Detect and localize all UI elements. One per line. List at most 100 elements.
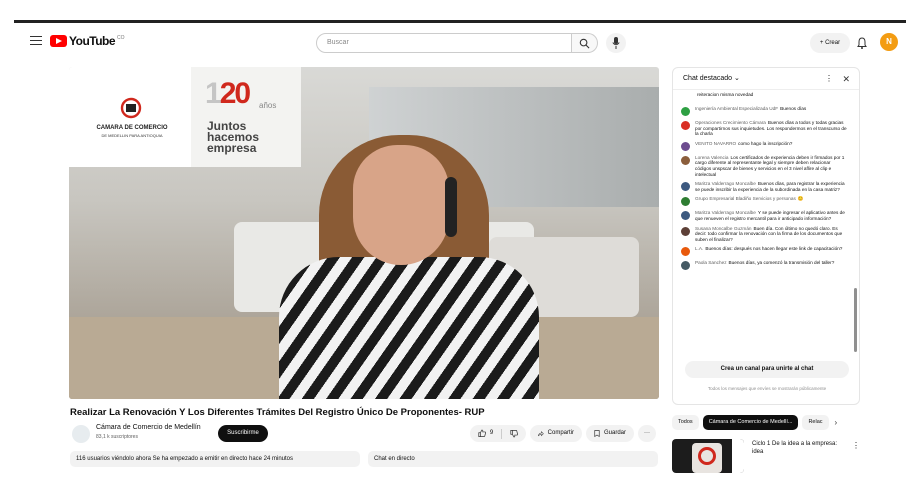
presenter-headset [445, 177, 457, 237]
chat-message-body: reiteracion misma novedad [695, 92, 753, 102]
menu-icon[interactable] [30, 36, 42, 45]
chat-message-text: Buenos días: después nos hacen llegar es… [705, 246, 843, 252]
share-icon [538, 430, 544, 436]
chat-message-text: reiteracion misma novedad [697, 92, 754, 97]
close-icon[interactable]: ✕ [842, 68, 850, 90]
like-count[interactable]: 9 [490, 425, 493, 442]
live-chat-panel: Chat destacado ⌄ ⋮ ✕ reiteracion misma n… [672, 67, 860, 405]
chat-mode-dropdown[interactable]: Chat destacado ⌄ [683, 75, 740, 82]
country-code: CO [117, 35, 125, 41]
like-divider [501, 428, 503, 439]
logo-text: YouTube [69, 34, 116, 48]
chat-author-avatar[interactable] [681, 211, 690, 221]
chat-author-name[interactable]: Ingeniería Ambiental Especializada UdF [695, 106, 778, 111]
like-dislike-group: 9 [470, 425, 526, 442]
chat-message-body: Paola Sanchez Buenos días, ya comenzó la … [695, 260, 834, 270]
channel-avatar[interactable] [72, 425, 90, 443]
chat-message-body: Maritza Valderrago Moncalbe Buenos días, … [695, 181, 847, 192]
filter-chip[interactable]: Cámara de Comercio de Medellí... [702, 415, 799, 430]
chat-scrollbar[interactable] [854, 288, 857, 352]
chat-message-list[interactable]: reiteracion misma novedad Ingeniería Ambi… [673, 90, 853, 352]
subscriber-count: 83,1 k suscriptores [96, 434, 138, 440]
description-box[interactable]: 116 usuarios viéndolo ahora Se ha empeza… [70, 451, 360, 467]
presenter-face [353, 145, 449, 265]
bell-icon [857, 37, 867, 49]
chat-message: Paola Sanchez Buenos días, ya comenzó la … [681, 260, 847, 271]
youtube-page: YouTube CO Buscar + Crear N CAMARA DE CO… [14, 20, 906, 475]
live-chat-toggle[interactable]: Chat en directo [368, 451, 658, 467]
chat-author-avatar[interactable] [681, 247, 690, 257]
chat-message-body: Operaciones Crecimiento Cámara Buenos día… [695, 120, 847, 137]
presenter-body [279, 257, 539, 399]
chat-message-text: como hago la inscripción? [738, 140, 793, 146]
notifications-button[interactable] [857, 36, 867, 54]
recommended-thumbnail[interactable] [672, 439, 744, 473]
more-vert-icon[interactable]: ⋮ [825, 68, 833, 90]
chat-message: L.A. Buenos días: después nos hacen llega… [681, 246, 847, 257]
chat-author-avatar[interactable] [681, 261, 690, 271]
chat-author-name[interactable]: L.A. [695, 246, 703, 251]
chat-author-name[interactable]: Susana Moncalbe Guzmán [695, 226, 752, 231]
chat-message: Maritza Valderrago Moncalbe Y se puede in… [681, 210, 847, 221]
top-bar: YouTube CO Buscar + Crear N [14, 23, 906, 61]
camara-comercio-logo-icon [120, 97, 142, 119]
share-button[interactable]: Compartir [530, 425, 582, 442]
recommended-title[interactable]: Ciclo 1 De la idea a la empresa: idea [752, 441, 848, 456]
account-avatar[interactable]: N [880, 33, 898, 51]
chat-author-name[interactable]: Paola Sanchez [695, 260, 727, 265]
search-input[interactable]: Buscar [316, 33, 572, 53]
chat-author-name[interactable]: Maritza Valderrago Moncalbe [695, 210, 756, 215]
chat-message-body: Maritza Valderrago Moncalbe Y se puede in… [695, 210, 847, 221]
chat-author-name[interactable]: VENITO NAVARRO [695, 141, 736, 146]
subscribe-button[interactable]: Suscribirme [218, 425, 268, 442]
chat-message: VENITO NAVARRO como hago la inscripción? [681, 141, 847, 151]
chat-header: Chat destacado ⌄ ⋮ ✕ [673, 68, 859, 90]
recommended-video[interactable]: Ciclo 1 De la idea a la empresa: idea ⋮ [672, 437, 860, 475]
filter-chip[interactable]: Relac [802, 415, 829, 430]
chat-message-text: 😊 [797, 196, 804, 202]
anniversary-slogan: Juntos hacemos empresa [207, 120, 259, 154]
chat-author-avatar[interactable] [681, 107, 690, 116]
search-icon [579, 38, 590, 49]
chat-author-avatar[interactable] [681, 182, 690, 192]
video-player[interactable]: CAMARA DE COMERCIO DE MEDELLIN PARA ANTI… [69, 67, 659, 399]
thumbs-down-icon[interactable] [510, 429, 518, 438]
youtube-play-icon [50, 35, 67, 47]
chat-author-avatar[interactable] [681, 226, 690, 236]
chat-message-body: Grupo Empresarial Bladiño Servicios y pe… [695, 196, 804, 206]
save-playlist-icon [594, 430, 600, 438]
voice-search-button[interactable] [606, 33, 626, 53]
chat-message-body: L.A. Buenos días: después nos hacen llega… [695, 246, 842, 256]
chat-author-name[interactable]: Maritza Valderrago Moncalbe [695, 181, 756, 186]
save-button[interactable]: Guardar [586, 425, 634, 442]
more-vert-icon[interactable]: ⋮ [852, 441, 860, 450]
youtube-logo[interactable]: YouTube CO [50, 34, 125, 48]
chat-author-name[interactable]: Grupo Empresarial Bladiño Servicios y pe… [695, 196, 796, 201]
create-channel-button[interactable]: Crea un canal para unirte al chat [685, 361, 849, 378]
chat-author-avatar[interactable] [681, 121, 690, 130]
chat-message-text: Buenos días, ya comenzó la transmisión d… [728, 260, 835, 266]
chat-author-avatar[interactable] [681, 197, 690, 207]
related-filter-chips: Todos Cámara de Comercio de Medellí... Rel… [672, 415, 837, 430]
more-actions-button[interactable]: ··· [638, 425, 656, 442]
chat-author-avatar[interactable] [681, 141, 690, 151]
filter-chip[interactable]: Todos [672, 415, 699, 430]
chat-author-name[interactable]: Operaciones Crecimiento Cámara [695, 120, 766, 125]
create-button[interactable]: + Crear [810, 33, 850, 53]
org-name: CAMARA DE COMERCIO [96, 125, 168, 131]
channel-name[interactable]: Cámara de Comercio de Medellín [96, 424, 201, 431]
chat-message-body: VENITO NAVARRO como hago la inscripción? [695, 141, 792, 151]
search-button[interactable] [572, 33, 598, 53]
chat-message-body: Lorena Valencia Los certificados de exper… [695, 155, 847, 177]
chevron-right-icon[interactable]: › [835, 418, 838, 427]
chat-author-avatar[interactable] [681, 93, 690, 102]
anniversary-years: años [259, 101, 277, 110]
thumbs-up-icon[interactable] [478, 429, 486, 438]
chat-author-avatar[interactable] [681, 155, 690, 165]
chat-message-body: Susana Moncalbe Guzmán Buen día. Con últi… [695, 226, 847, 243]
chat-message-body: Ingeniería Ambiental Especializada UdF Bu… [695, 106, 806, 116]
share-label: Compartir [547, 430, 574, 436]
chat-author-name[interactable]: Lorena Valencia [695, 155, 729, 160]
video-title: Realizar La Renovación Y Los Diferentes … [70, 407, 485, 418]
save-label: Guardar [603, 430, 626, 436]
